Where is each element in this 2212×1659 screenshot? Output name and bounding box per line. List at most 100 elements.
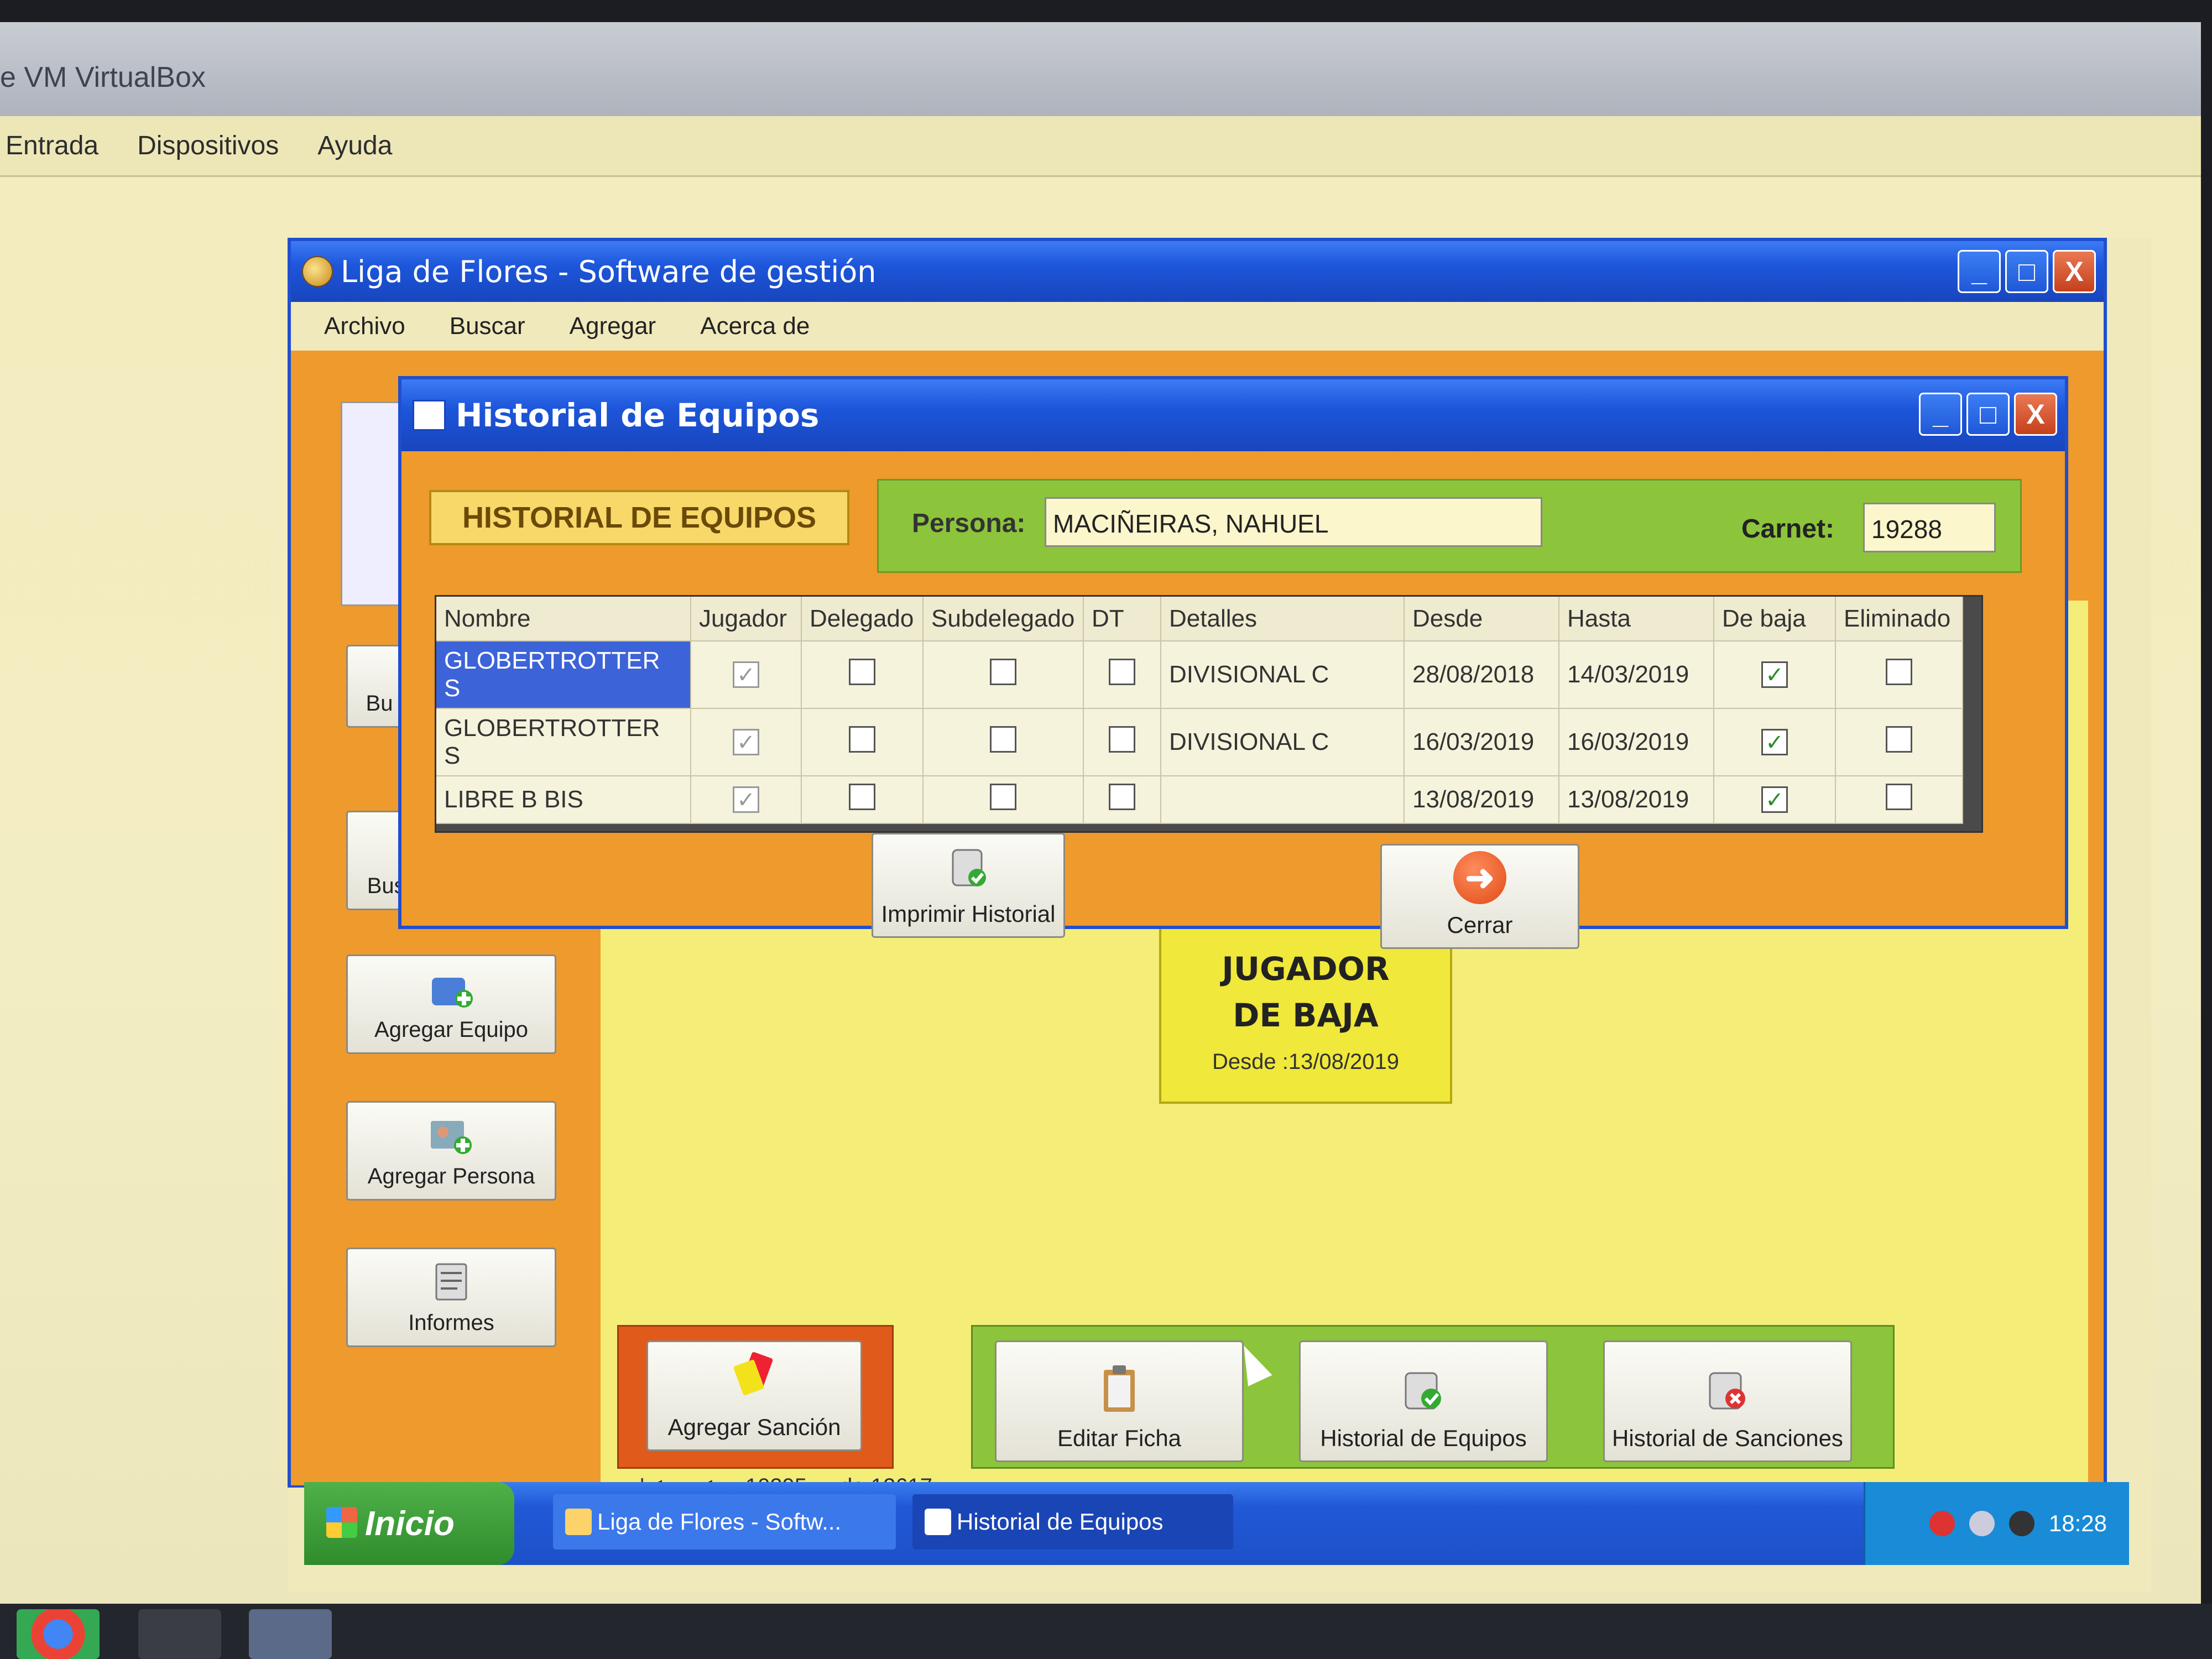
jugador-checkbox[interactable]: ✓ [733, 661, 759, 688]
eliminado-checkbox[interactable] [1886, 783, 1912, 810]
cell-jugador[interactable]: ✓ [691, 641, 802, 709]
table-row[interactable]: GLOBERTROTTER S ✓ DIVISIONAL C 28/08/2018 14… [436, 641, 1963, 709]
shield-icon[interactable] [1929, 1511, 1955, 1536]
de-baja-checkbox[interactable]: ✓ [1761, 786, 1788, 813]
menu-agregar[interactable]: Agregar [570, 312, 656, 340]
menu-acerca-de[interactable]: Acerca de [700, 312, 810, 340]
cell-eliminado[interactable] [1835, 641, 1963, 709]
col-detalles[interactable]: Detalles [1161, 597, 1405, 641]
cell-dt[interactable] [1083, 776, 1161, 824]
dt-checkbox[interactable] [1109, 783, 1135, 810]
delegado-checkbox[interactable] [849, 726, 875, 753]
cell-dt[interactable] [1083, 641, 1161, 709]
volume-icon[interactable] [1969, 1511, 1995, 1536]
agregar-persona-button[interactable]: Agregar Persona [346, 1101, 556, 1201]
main-minimize-button[interactable]: _ [1958, 250, 2001, 293]
dt-checkbox[interactable] [1109, 658, 1135, 685]
agregar-equipo-button[interactable]: Agregar Equipo [346, 954, 556, 1054]
dialog-close-button[interactable]: X [2014, 393, 2057, 436]
cell-de-baja[interactable]: ✓ [1714, 776, 1836, 824]
subdelegado-checkbox[interactable] [990, 726, 1016, 753]
col-eliminado[interactable]: Eliminado [1835, 597, 1963, 641]
main-title-bar[interactable]: Liga de Flores - Software de gestión _ □… [291, 241, 2104, 302]
jugador-checkbox[interactable]: ✓ [733, 729, 759, 755]
imprimir-historial-button[interactable]: Imprimir Historial [872, 833, 1065, 938]
jugador-checkbox[interactable]: ✓ [733, 786, 759, 813]
col-nombre[interactable]: Nombre [436, 597, 691, 641]
cell-hasta[interactable]: 16/03/2019 [1559, 708, 1714, 776]
dt-checkbox[interactable] [1109, 726, 1135, 753]
carnet-field[interactable]: 19288 [1863, 503, 1996, 552]
cell-de-baja[interactable]: ✓ [1714, 641, 1836, 709]
dialog-minimize-button[interactable]: _ [1919, 393, 1962, 436]
vm-taskbar-icon[interactable] [249, 1609, 332, 1659]
cell-jugador[interactable]: ✓ [691, 708, 802, 776]
network-icon[interactable] [2008, 1511, 2034, 1536]
editar-ficha-button[interactable]: Editar Ficha [995, 1340, 1244, 1462]
historial-sanciones-button[interactable]: Historial de Sanciones [1603, 1340, 1852, 1462]
chrome-icon[interactable] [17, 1609, 100, 1659]
col-de-baja[interactable]: De baja [1714, 597, 1836, 641]
historial-equipos-label: Historial de Equipos [1320, 1425, 1527, 1451]
menu-archivo[interactable]: Archivo [324, 312, 405, 340]
subdelegado-checkbox[interactable] [990, 783, 1016, 810]
taskbar-item-liga[interactable]: Liga de Flores - Softw... [553, 1494, 896, 1550]
agregar-sancion-button[interactable]: Agregar Sanción [646, 1340, 862, 1451]
taskbar-item-historial[interactable]: Historial de Equipos [912, 1494, 1233, 1550]
cell-subdelegado[interactable] [923, 641, 1084, 709]
cell-jugador[interactable]: ✓ [691, 776, 802, 824]
dialog-title-bar[interactable]: Historial de Equipos _ □ X [401, 379, 2065, 451]
cell-hasta[interactable]: 13/08/2019 [1559, 776, 1714, 824]
table-row[interactable]: GLOBERTROTTER S ✓ DIVISIONAL C 16/03/2019 16… [436, 708, 1963, 776]
subdelegado-checkbox[interactable] [990, 658, 1016, 685]
vbox-menu-dispositivos[interactable]: Dispositivos [137, 131, 279, 161]
dialog-maximize-button[interactable]: □ [1966, 393, 2010, 436]
start-button[interactable]: Inicio [304, 1482, 514, 1565]
cell-detalles[interactable] [1161, 776, 1405, 824]
historial-equipos-button[interactable]: Historial de Equipos [1299, 1340, 1548, 1462]
window-icon [925, 1509, 951, 1535]
eliminado-checkbox[interactable] [1886, 726, 1912, 753]
cell-detalles[interactable]: DIVISIONAL C [1161, 641, 1405, 709]
cerrar-button[interactable]: ➜ Cerrar [1380, 844, 1579, 949]
main-maximize-button[interactable]: □ [2005, 250, 2048, 293]
col-dt[interactable]: DT [1083, 597, 1161, 641]
cell-desde[interactable]: 13/08/2019 [1404, 776, 1559, 824]
cell-subdelegado[interactable] [923, 776, 1084, 824]
col-subdelegado[interactable]: Subdelegado [923, 597, 1084, 641]
de-baja-checkbox[interactable]: ✓ [1761, 729, 1788, 755]
col-hasta[interactable]: Hasta [1559, 597, 1714, 641]
cell-dt[interactable] [1083, 708, 1161, 776]
cell-detalles[interactable]: DIVISIONAL C [1161, 708, 1405, 776]
virtualbox-icon[interactable] [138, 1609, 221, 1659]
agregar-equipo-label: Agregar Equipo [374, 1018, 528, 1042]
cell-desde[interactable]: 16/03/2019 [1404, 708, 1559, 776]
menu-buscar[interactable]: Buscar [450, 312, 525, 340]
persona-field[interactable]: MACIÑEIRAS, NAHUEL [1045, 497, 1542, 547]
cell-desde[interactable]: 28/08/2018 [1404, 641, 1559, 709]
eliminado-checkbox[interactable] [1886, 658, 1912, 685]
de-baja-checkbox[interactable]: ✓ [1761, 661, 1788, 688]
informes-button[interactable]: Informes [346, 1248, 556, 1347]
main-menu-bar: Archivo Buscar Agregar Acerca de [291, 302, 2104, 351]
cell-hasta[interactable]: 14/03/2019 [1559, 641, 1714, 709]
col-desde[interactable]: Desde [1404, 597, 1559, 641]
table-row[interactable]: LIBRE B BIS ✓ 13/08/2019 13/08/2019 ✓ [436, 776, 1963, 824]
delegado-checkbox[interactable] [849, 658, 875, 685]
cell-eliminado[interactable] [1835, 776, 1963, 824]
main-close-button[interactable]: X [2053, 250, 2096, 293]
cell-nombre[interactable]: GLOBERTROTTER S [436, 708, 691, 776]
cell-nombre[interactable]: LIBRE B BIS [436, 776, 691, 824]
cell-nombre[interactable]: GLOBERTROTTER S [436, 641, 691, 709]
delegado-checkbox[interactable] [849, 783, 875, 810]
cell-delegado[interactable] [801, 641, 924, 709]
cell-delegado[interactable] [801, 708, 924, 776]
vbox-menu-ayuda[interactable]: Ayuda [317, 131, 392, 161]
col-delegado[interactable]: Delegado [801, 597, 924, 641]
cell-eliminado[interactable] [1835, 708, 1963, 776]
cell-subdelegado[interactable] [923, 708, 1084, 776]
cell-delegado[interactable] [801, 776, 924, 824]
vbox-menu-entrada[interactable]: Entrada [6, 131, 98, 161]
cell-de-baja[interactable]: ✓ [1714, 708, 1836, 776]
col-jugador[interactable]: Jugador [691, 597, 802, 641]
